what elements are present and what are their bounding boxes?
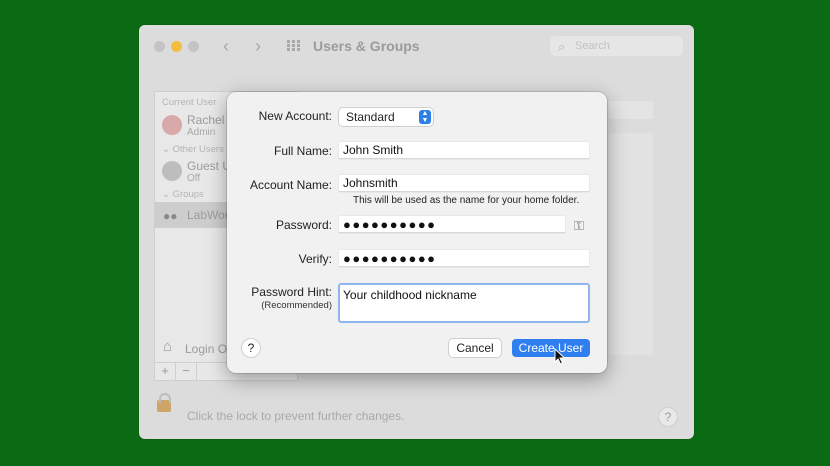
avatar — [162, 115, 182, 135]
new-account-label: New Account: — [258, 109, 332, 123]
window-title: Users & Groups — [313, 38, 420, 54]
account-name-hint: This will be used as the name for your h… — [353, 195, 580, 206]
password-hint-label: Password Hint: — [251, 285, 332, 299]
dialog-help-button[interactable]: ? — [242, 339, 260, 357]
groups-header-label: Groups — [172, 189, 204, 200]
account-name-label: Account Name: — [249, 178, 332, 192]
guest-user-name: Guest U — [187, 159, 232, 173]
back-icon[interactable]: ‹ — [223, 36, 229, 57]
new-account-dialog: New Account: Standard ▲ ▼ Full Name: John… — [227, 92, 607, 373]
verify-label: Verify: — [298, 252, 332, 266]
minimize-window-button[interactable] — [171, 41, 182, 52]
password-hint-field[interactable]: Your childhood nickname — [338, 283, 590, 323]
password-hint-sublabel: (Recommended) — [261, 300, 332, 311]
account-type-select[interactable]: Standard ▲ ▼ — [339, 108, 433, 126]
lock-message: Click the lock to prevent further change… — [187, 409, 405, 423]
title-bar: ‹ › Users & Groups ⌕ Search — [139, 25, 694, 65]
forward-icon[interactable]: › — [255, 36, 261, 57]
search-field[interactable]: ⌕ Search — [550, 36, 683, 56]
zoom-window-button[interactable] — [188, 41, 199, 52]
password-label: Password: — [275, 218, 332, 232]
full-name-field[interactable]: John Smith — [339, 142, 589, 159]
show-all-grid-icon[interactable] — [287, 40, 302, 51]
other-users-header: ⌄ Other Users — [162, 144, 224, 155]
content-panel — [609, 133, 653, 355]
account-name-field[interactable]: Johnsmith — [339, 175, 589, 192]
verify-password-field[interactable]: ●●●●●●●●●● — [339, 250, 589, 267]
create-user-button[interactable]: Create User — [512, 339, 590, 357]
current-user-header: Current User — [162, 97, 217, 108]
home-icon: ⌂ — [163, 338, 173, 355]
search-icon: ⌕ — [558, 39, 566, 54]
remove-user-button[interactable]: − — [176, 363, 197, 380]
full-name-label: Full Name: — [273, 144, 332, 158]
search-placeholder: Search — [575, 40, 610, 52]
account-type-value: Standard — [346, 110, 395, 124]
chevron-updown-icon: ▲ ▼ — [419, 110, 431, 124]
guest-avatar — [162, 161, 182, 181]
current-user-role: Admin — [187, 127, 216, 138]
groups-header: ⌄ Groups — [162, 189, 204, 200]
mouse-pointer-icon — [554, 348, 566, 365]
content-field — [609, 101, 653, 119]
password-assistant-key-icon[interactable]: ⚿ — [574, 218, 584, 234]
cancel-button[interactable]: Cancel — [449, 339, 501, 357]
password-field[interactable]: ●●●●●●●●●● — [339, 216, 565, 233]
add-user-button[interactable]: + — [155, 363, 176, 380]
group-icon: ●● — [163, 209, 178, 223]
close-window-button[interactable] — [154, 41, 165, 52]
window-help-button[interactable]: ? — [658, 407, 678, 427]
other-users-header-label: Other Users — [172, 144, 224, 155]
guest-user-status: Off — [187, 173, 201, 184]
lock-icon[interactable] — [157, 393, 171, 412]
